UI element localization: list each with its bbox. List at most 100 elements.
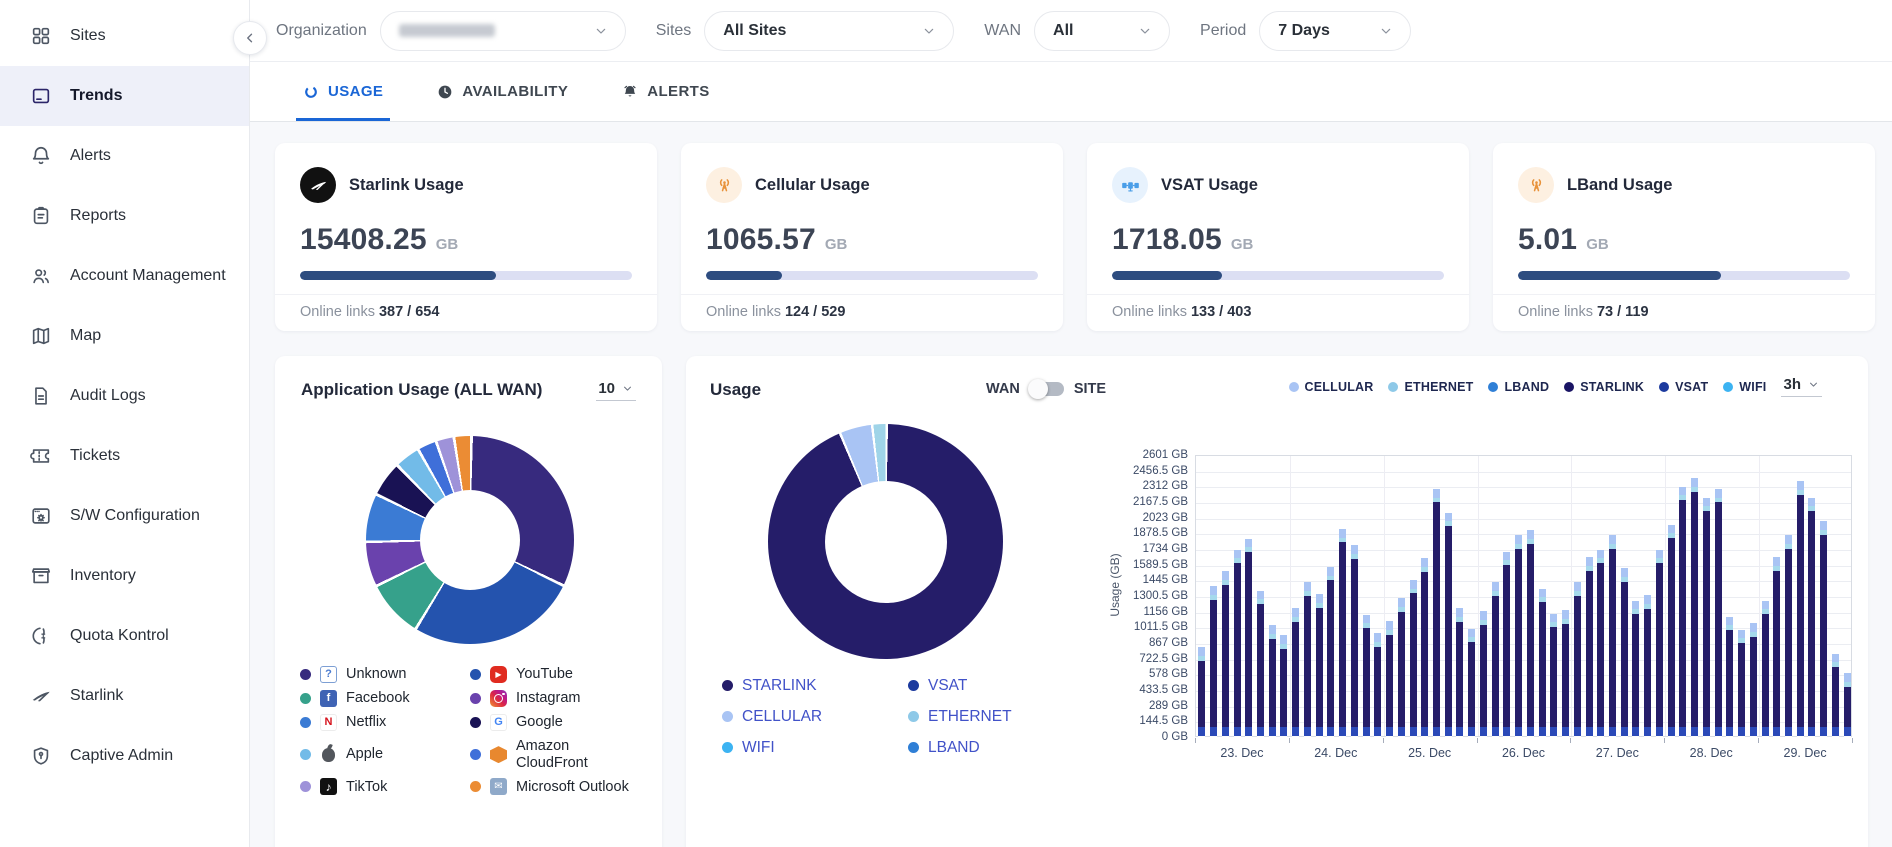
sidebar-collapse-button[interactable] xyxy=(233,21,267,55)
legend-label: YouTube xyxy=(516,666,573,683)
legend-label: Microsoft Outlook xyxy=(516,779,629,796)
application-usage-card: Application Usage (ALL WAN) 10 ?Unknown▶… xyxy=(275,356,662,847)
donut-legend-lband[interactable]: LBAND xyxy=(908,739,1012,757)
stacked-bar xyxy=(1738,630,1745,736)
sidebar-item-quota-kontrol[interactable]: Quota Kontrol xyxy=(0,606,249,666)
filter-label: Sites xyxy=(656,22,692,40)
sidebar-item-captive-admin[interactable]: Captive Admin xyxy=(0,726,249,786)
stacked-bar xyxy=(1339,529,1346,736)
usage-series-legend: CELLULAR ETHERNET LBAND STARLINK VSAT WIFI xyxy=(1289,380,1767,394)
chevron-down-icon xyxy=(621,382,634,395)
usage-card: Usage WAN SITE CELLULARETHERNETLBANDSTAR… xyxy=(686,356,1868,847)
series-legend-vsat[interactable]: VSAT xyxy=(1659,380,1708,394)
y-tick-label: 1445 GB xyxy=(1122,575,1188,587)
donut-legend-starlink[interactable]: STARLINK xyxy=(722,677,908,695)
cellular-usage-card: Cellular Usage1065.57GBOnline links124 /… xyxy=(681,143,1063,331)
legend-label: VSAT xyxy=(1675,380,1708,394)
stacked-bar xyxy=(1773,557,1780,736)
starlink-usage-card: Starlink Usage15408.25GBOnline links387 … xyxy=(275,143,657,331)
app-count-select[interactable]: 10 xyxy=(596,380,636,401)
filter-value: All Sites xyxy=(723,22,786,40)
legend-label: Amazon CloudFront xyxy=(516,738,634,771)
stat-card-unit: GB xyxy=(1231,236,1254,253)
sites-dropdown[interactable]: All Sites xyxy=(704,11,954,51)
series-legend-wifi[interactable]: WIFI xyxy=(1723,380,1766,394)
legend-item-amazon-cloudfront[interactable]: Amazon CloudFront xyxy=(470,738,640,771)
sidebar-item-sites[interactable]: Sites xyxy=(0,6,249,66)
donut-legend-vsat[interactable]: VSAT xyxy=(908,677,1012,695)
wan-site-toggle[interactable]: WAN SITE xyxy=(986,381,1106,397)
tab-alerts[interactable]: ALERTS xyxy=(619,62,712,121)
period-dropdown[interactable]: 7 Days xyxy=(1259,11,1411,51)
legend-item-tiktok[interactable]: ♪TikTok xyxy=(300,778,468,795)
legend-item-netflix[interactable]: NNetflix xyxy=(300,714,468,731)
usage-bar-chart xyxy=(1195,455,1852,737)
legend-dot xyxy=(1723,382,1733,392)
series-legend-ethernet[interactable]: ETHERNET xyxy=(1388,380,1473,394)
legend-item-microsoft-outlook[interactable]: ✉Microsoft Outlook xyxy=(470,778,640,795)
filter-organization: Organization xyxy=(276,11,626,51)
legend-label: CELLULAR xyxy=(742,708,822,726)
online-links: Online links133 / 403 xyxy=(1087,295,1469,320)
filter-value: All xyxy=(1053,22,1073,40)
x-tick-label: 28. Dec xyxy=(1690,746,1733,760)
legend-item-apple[interactable]: Apple xyxy=(300,738,468,771)
legend-label: Facebook xyxy=(346,690,410,707)
redacted-value xyxy=(399,24,495,37)
stacked-bar xyxy=(1539,589,1546,736)
map-icon xyxy=(30,325,52,347)
stacked-bar xyxy=(1785,535,1792,736)
tab-availability[interactable]: AVAILABILITY xyxy=(434,62,571,121)
organization-dropdown[interactable] xyxy=(380,11,626,51)
toggle-switch[interactable] xyxy=(1030,382,1064,396)
legend-dot xyxy=(908,711,919,722)
sidebar-item-audit-logs[interactable]: Audit Logs xyxy=(0,366,249,426)
stacked-bar xyxy=(1679,487,1686,736)
stacked-bar xyxy=(1363,615,1370,736)
stat-card-title: Cellular Usage xyxy=(755,176,870,195)
legend-label: Instagram xyxy=(516,690,580,707)
chevron-down-icon xyxy=(1378,23,1394,39)
y-tick-label: 1878.5 GB xyxy=(1122,528,1188,540)
donut-legend-ethernet[interactable]: ETHERNET xyxy=(908,708,1012,726)
usage-donut-legend: STARLINKVSAT CELLULAR ETHERNETWIFI LBAND xyxy=(722,677,1012,756)
legend-item-facebook[interactable]: fFacebook xyxy=(300,690,468,707)
y-tick-label: 0 GB xyxy=(1122,732,1188,744)
series-legend-starlink[interactable]: STARLINK xyxy=(1564,380,1644,394)
y-tick-label: 578 GB xyxy=(1122,669,1188,681)
stacked-bar xyxy=(1468,629,1475,736)
series-legend-lband[interactable]: LBAND xyxy=(1488,380,1549,394)
online-links-progress xyxy=(300,271,632,280)
legend-dot xyxy=(300,781,311,792)
online-links: Online links73 / 119 xyxy=(1493,295,1875,320)
sidebar-item-reports[interactable]: Reports xyxy=(0,186,249,246)
wan-dropdown[interactable]: All xyxy=(1034,11,1170,51)
donut-legend-wifi[interactable]: WIFI xyxy=(722,739,908,757)
legend-item-youtube[interactable]: ▶YouTube xyxy=(470,666,640,683)
usage-title: Usage xyxy=(710,380,761,400)
interval-select[interactable]: 3h xyxy=(1781,376,1822,397)
legend-item-instagram[interactable]: Instagram xyxy=(470,690,640,707)
series-legend-cellular[interactable]: CELLULAR xyxy=(1289,380,1374,394)
legend-label: LBAND xyxy=(928,739,980,757)
y-tick-label: 2167.5 GB xyxy=(1122,497,1188,509)
sidebar-item-s-w-configuration[interactable]: S/W Configuration xyxy=(0,486,249,546)
stacked-bar xyxy=(1621,568,1628,736)
sidebar-item-trends[interactable]: Trends xyxy=(0,66,249,126)
legend-item-google[interactable]: GGoogle xyxy=(470,714,640,731)
sidebar-item-account-management[interactable]: Account Management xyxy=(0,246,249,306)
legend-item-unknown[interactable]: ?Unknown xyxy=(300,666,468,683)
sidebar-item-tickets[interactable]: Tickets xyxy=(0,426,249,486)
donut-icon xyxy=(303,84,319,100)
vsat-usage-card: VSAT Usage1718.05GBOnline links133 / 403 xyxy=(1087,143,1469,331)
stacked-bar xyxy=(1269,625,1276,736)
sidebar-item-inventory[interactable]: Inventory xyxy=(0,546,249,606)
sidebar-item-starlink[interactable]: Starlink xyxy=(0,666,249,726)
stat-card-title: VSAT Usage xyxy=(1161,176,1258,195)
tab-usage[interactable]: USAGE xyxy=(300,62,386,121)
content-area: Starlink Usage15408.25GBOnline links387 … xyxy=(250,122,1892,847)
donut-legend-cellular[interactable]: CELLULAR xyxy=(722,708,908,726)
sidebar-item-map[interactable]: Map xyxy=(0,306,249,366)
sidebar-item-alerts[interactable]: Alerts xyxy=(0,126,249,186)
stacked-bar xyxy=(1421,558,1428,736)
